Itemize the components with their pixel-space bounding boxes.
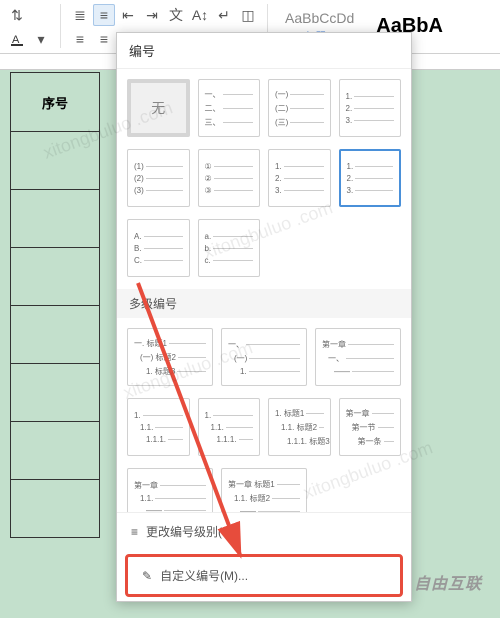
- numbering-option[interactable]: 第一章一、——: [315, 328, 401, 386]
- numbering-option[interactable]: 1.1.1.1.1.1.: [198, 398, 261, 456]
- custom-numbering-button[interactable]: ✎ 自定义编号(M)...: [125, 554, 403, 597]
- logo-watermark: 自由互联: [414, 570, 482, 594]
- numbering-option[interactable]: (一)(二)(三): [268, 79, 331, 137]
- line-spacing-icon[interactable]: A↕: [189, 4, 211, 26]
- indent-increase-icon[interactable]: ⇥: [141, 4, 163, 26]
- table-row[interactable]: [10, 132, 100, 190]
- format-icon[interactable]: ◫: [237, 4, 259, 26]
- popup-footer: ≡ 更改编号级别(E) ✎ 自定义编号(M)...: [117, 512, 411, 601]
- menu-icon: ≡: [131, 525, 138, 539]
- clear-format-icon[interactable]: ↵: [213, 4, 235, 26]
- table-row[interactable]: [10, 364, 100, 422]
- table-row[interactable]: [10, 248, 100, 306]
- numbering-option[interactable]: ①②③: [198, 149, 261, 207]
- number-options-row2: (1)(2)(3)①②③1.2.3.1.2.3.: [127, 149, 401, 207]
- dropdown-icon[interactable]: ▾: [30, 28, 52, 50]
- align-left-icon[interactable]: ≡: [69, 28, 91, 50]
- number-options-row1: 无一、二、三、(一)(二)(三)1.2.3.: [127, 79, 401, 137]
- numbering-option[interactable]: 第一章第一节第一条: [339, 398, 402, 456]
- popup-title: 编号: [117, 33, 411, 69]
- table-row[interactable]: [10, 480, 100, 538]
- numbering-option[interactable]: A.B.C.: [127, 219, 190, 277]
- numbering-option[interactable]: 一. 标题1(一) 标题21. 标题3: [127, 328, 213, 386]
- numbering-option[interactable]: 1.2.3.: [339, 149, 402, 207]
- multilevel-row2: 1.1.1.1.1.1.1.1.1.1.1.1.1. 标题11.1. 标题21.…: [127, 398, 401, 456]
- table-row[interactable]: [10, 190, 100, 248]
- table-header: 序号: [10, 72, 100, 132]
- numbering-option[interactable]: 无: [127, 79, 190, 137]
- text-direction-icon[interactable]: 文: [165, 4, 187, 26]
- section-multilevel: 多级编号: [117, 289, 411, 318]
- numbering-option[interactable]: 1. 标题11.1. 标题21.1.1. 标题3: [268, 398, 331, 456]
- numbering-option[interactable]: a.b.c.: [198, 219, 261, 277]
- numbering-option[interactable]: (1)(2)(3): [127, 149, 190, 207]
- multilevel-row1: 一. 标题1(一) 标题21. 标题3一、(一)1.第一章一、——: [127, 328, 401, 386]
- table-row[interactable]: [10, 422, 100, 480]
- numbering-option[interactable]: 1.2.3.: [339, 79, 402, 137]
- indent-decrease-icon[interactable]: ⇤: [117, 4, 139, 26]
- pencil-icon: ✎: [142, 569, 152, 583]
- bullet-list-icon[interactable]: ≣: [69, 4, 91, 26]
- numbering-option[interactable]: 第一章1.1.——: [127, 468, 213, 512]
- popup-body: 无一、二、三、(一)(二)(三)1.2.3. (1)(2)(3)①②③1.2.3…: [117, 69, 411, 512]
- multilevel-row3: 第一章1.1.——第一章 标题11.1. 标题2——: [127, 468, 401, 512]
- change-level-button[interactable]: ≡ 更改编号级别(E): [117, 513, 411, 550]
- numbering-option[interactable]: 1.1.1.1.1.1.: [127, 398, 190, 456]
- number-list-icon[interactable]: ≡: [93, 4, 115, 26]
- font-color-icon[interactable]: A: [6, 28, 28, 50]
- size-stepper-icon[interactable]: ⇅: [6, 4, 28, 26]
- numbering-option[interactable]: 一、(一)1.: [221, 328, 307, 386]
- number-options-row3: A.B.C.a.b.c.: [127, 219, 401, 277]
- numbering-popup: 编号 无一、二、三、(一)(二)(三)1.2.3. (1)(2)(3)①②③1.…: [116, 32, 412, 602]
- numbering-option[interactable]: 1.2.3.: [268, 149, 331, 207]
- doc-table: 序号: [10, 72, 100, 538]
- numbering-option[interactable]: 第一章 标题11.1. 标题2——: [221, 468, 307, 512]
- align-center-icon[interactable]: ≡: [93, 28, 115, 50]
- table-row[interactable]: [10, 306, 100, 364]
- numbering-option[interactable]: 一、二、三、: [198, 79, 261, 137]
